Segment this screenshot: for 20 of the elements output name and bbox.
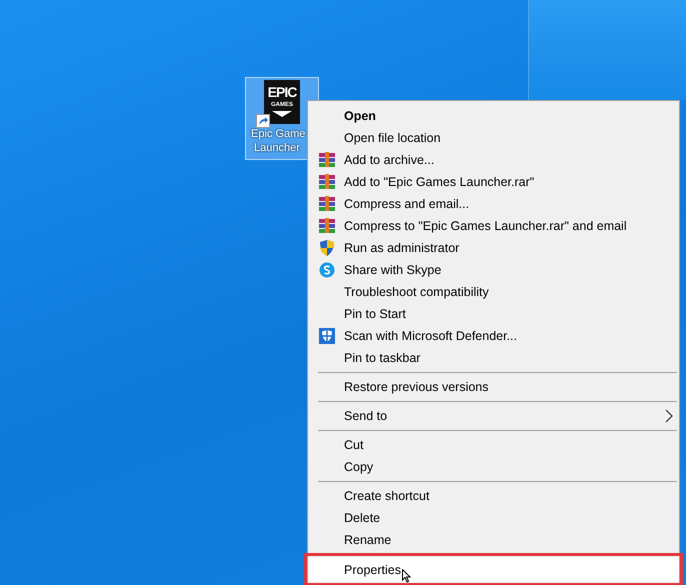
icon-label: Launcher [254, 141, 300, 155]
menu-item[interactable]: Troubleshoot compatibility [308, 281, 679, 303]
menu-item[interactable]: Scan with Microsoft Defender... [308, 325, 679, 347]
menu-item[interactable]: Restore previous versions [308, 376, 679, 398]
menu-item[interactable]: Rename [308, 529, 679, 551]
menu-item[interactable]: Share with Skype [308, 259, 679, 281]
menu-item[interactable]: Add to "Epic Games Launcher.rar" [308, 171, 679, 193]
menu-item[interactable]: Create shortcut [308, 485, 679, 507]
menu-item[interactable]: Compress and email... [308, 193, 679, 215]
menu-item[interactable]: Pin to Start [308, 303, 679, 325]
icon-label: Epic Game [251, 127, 306, 141]
mouse-pointer-icon [402, 569, 412, 583]
menu-item[interactable]: Send to [308, 405, 679, 427]
menu-item[interactable]: Copy [308, 456, 679, 478]
menu-item[interactable]: Cut [308, 434, 679, 456]
menu-item[interactable]: Run as administrator [308, 237, 679, 259]
menu-item[interactable]: Compress to "Epic Games Launcher.rar" and email [308, 215, 679, 237]
menu-item[interactable]: Delete [308, 507, 679, 529]
menu-item[interactable]: Pin to taskbar [308, 347, 679, 369]
menu-item[interactable]: Properties [308, 557, 679, 582]
